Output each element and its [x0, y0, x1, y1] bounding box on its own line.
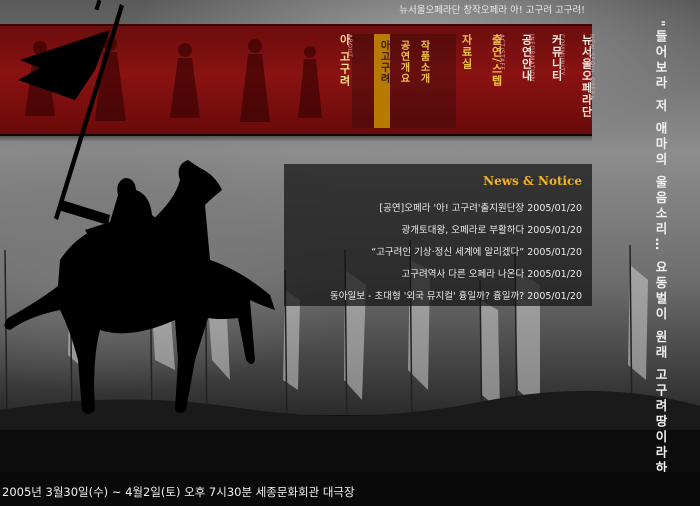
menu-item-archive-label: 자료실 — [460, 34, 473, 70]
performance-date-venue: 2005년 3월30일(수) ~ 4월2일(토) 오후 7시30분 세종문화회관… — [2, 485, 355, 499]
submenu-item-agoguryeo-label: 아고구려 — [378, 40, 389, 84]
menu-item-information[interactable]: 공연안내 INFORMATION — [516, 30, 535, 128]
about-submenu: 아고구려 공연개요 작품소개 — [352, 34, 456, 128]
horse-rider-silhouette — [4, 0, 275, 414]
submenu-item-work-intro[interactable]: 작품소개 — [414, 34, 430, 128]
menu-item-new-seoul-opera[interactable]: 뉴서울오페라단 NEW SEOUL OPERA — [576, 30, 595, 128]
site-tagline: 뉴서울오페라단 창작오페라 아! 고구려 고구려! — [399, 5, 585, 16]
menu-item-about[interactable]: 아 고구려 ABOUT — [334, 30, 353, 128]
submenu-item-agoguryeo[interactable]: 아고구려 — [374, 34, 390, 128]
menu-item-cast-staff-en: ACT/STAFF — [498, 34, 505, 71]
menu-item-new-seoul-opera-en: NEW SEOUL OPERA — [588, 34, 595, 100]
menu-item-archive[interactable]: 자료실 — [456, 30, 474, 128]
news-list: [공연]오페라 '아! 고구려'출지원단장 2005/01/20 광개토대왕, … — [282, 198, 582, 308]
menu-item-community-en: COMMUNITY — [558, 34, 565, 76]
news-item[interactable]: [공연]오페라 '아! 고구려'출지원단장 2005/01/20 — [282, 198, 582, 220]
submenu-item-overview-label: 공연개요 — [398, 40, 409, 84]
menu-item-information-en: INFORMATION — [528, 34, 535, 82]
submenu-item-overview[interactable]: 공연개요 — [394, 34, 410, 128]
menu-item-community[interactable]: 커뮤니티 COMMUNITY — [546, 30, 565, 128]
news-item[interactable]: 동아일보 - 초대형 '외국 뮤지컬' 흉일까? 흉일까? 2005/01/20 — [282, 286, 582, 308]
news-notice-panel: News & Notice [공연]오페라 '아! 고구려'출지원단장 2005… — [284, 164, 592, 306]
news-notice-title: News & Notice — [483, 174, 582, 188]
performance-info-bar: 2005년 3월30일(수) ~ 4월2일(토) 오후 7시30분 세종문화회관… — [0, 472, 700, 506]
page-stage: 뉴서울오페라단 창작오페라 아! 고구려 고구려! 아 고구려 ABOUT 자료… — [0, 0, 700, 506]
news-item[interactable]: “고구려인 기상·정신 세계에 알리겠다” 2005/01/20 — [282, 242, 582, 264]
submenu-item-work-intro-label: 작품소개 — [418, 40, 429, 84]
news-item[interactable]: 광개토대왕, 오페라로 부활하다 2005/01/20 — [282, 220, 582, 242]
vertical-quote: "들어보라 저 애마의 울음소리… 요동벌이 원래 고구려땅이라하오" — [653, 20, 668, 502]
menu-item-cast-staff[interactable]: 출연/스텝 ACT/STAFF — [486, 30, 505, 128]
news-item[interactable]: 고구려역사 다른 오페라 나온다 2005/01/20 — [282, 264, 582, 286]
